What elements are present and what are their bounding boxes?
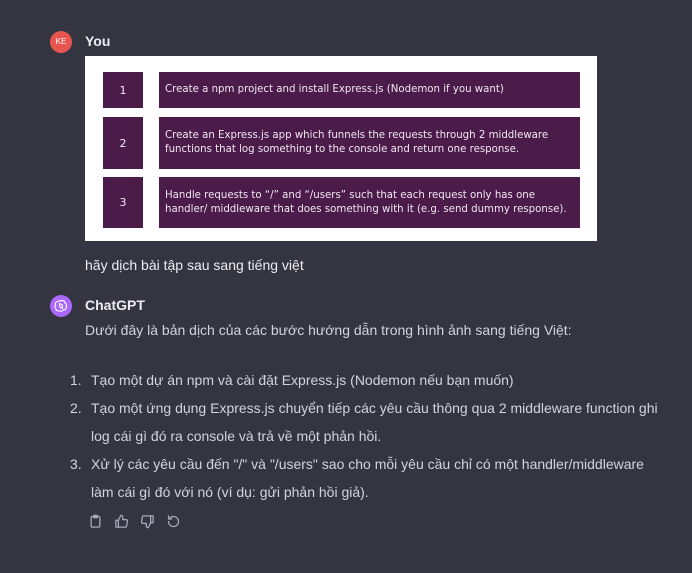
regenerate-icon: [167, 514, 179, 527]
thumbs-up-icon: [114, 514, 128, 528]
list-item-text: Tạo một dự án npm và cài đặt Express.js …: [91, 372, 514, 388]
list-item-text: Tạo một ứng dụng Express.js chuyển tiếp …: [91, 400, 658, 444]
regenerate-button[interactable]: [164, 512, 182, 530]
thumbs-down-icon: [140, 514, 154, 528]
step-number: 3: [103, 177, 143, 228]
copy-button[interactable]: [86, 512, 104, 530]
dislike-button[interactable]: [138, 512, 156, 530]
list-item-text: Xử lý các yêu cầu đến "/" và "/users" sa…: [91, 456, 644, 500]
user-avatar: KE: [50, 31, 72, 53]
clipboard-icon: [90, 514, 100, 528]
list-number: 3.: [70, 456, 82, 472]
attached-image[interactable]: 1 Create a npm project and install Expre…: [85, 56, 597, 241]
like-button[interactable]: [112, 512, 130, 530]
step-number: 2: [103, 117, 143, 169]
chat-page: KE You 1 Create a npm project and instal…: [0, 0, 692, 573]
step-text: Handle requests to “/” and “/users” such…: [159, 177, 580, 228]
chatgpt-name: ChatGPT: [85, 297, 145, 313]
assistant-steps-list: 1. Tạo một dự án npm và cài đặt Express.…: [66, 366, 666, 506]
list-item: 2. Tạo một ứng dụng Express.js chuyển ti…: [66, 394, 666, 450]
list-item: 3. Xử lý các yêu cầu đến "/" và "/users"…: [66, 450, 666, 506]
message-actions: [86, 512, 182, 530]
assistant-intro: Dưới đây là bản dịch của các bước hướng …: [85, 322, 572, 338]
user-message: hãy dịch bài tập sau sang tiếng việt: [85, 257, 304, 273]
list-number: 1.: [70, 372, 82, 388]
list-number: 2.: [70, 400, 82, 416]
user-name: You: [85, 33, 111, 49]
step-text: Create a npm project and install Express…: [159, 72, 580, 108]
list-item: 1. Tạo một dự án npm và cài đặt Express.…: [66, 366, 666, 394]
chatgpt-avatar: [50, 295, 72, 317]
openai-logo-icon: [54, 300, 68, 312]
step-text: Create an Express.js app which funnels t…: [159, 117, 580, 169]
step-number: 1: [103, 72, 143, 108]
